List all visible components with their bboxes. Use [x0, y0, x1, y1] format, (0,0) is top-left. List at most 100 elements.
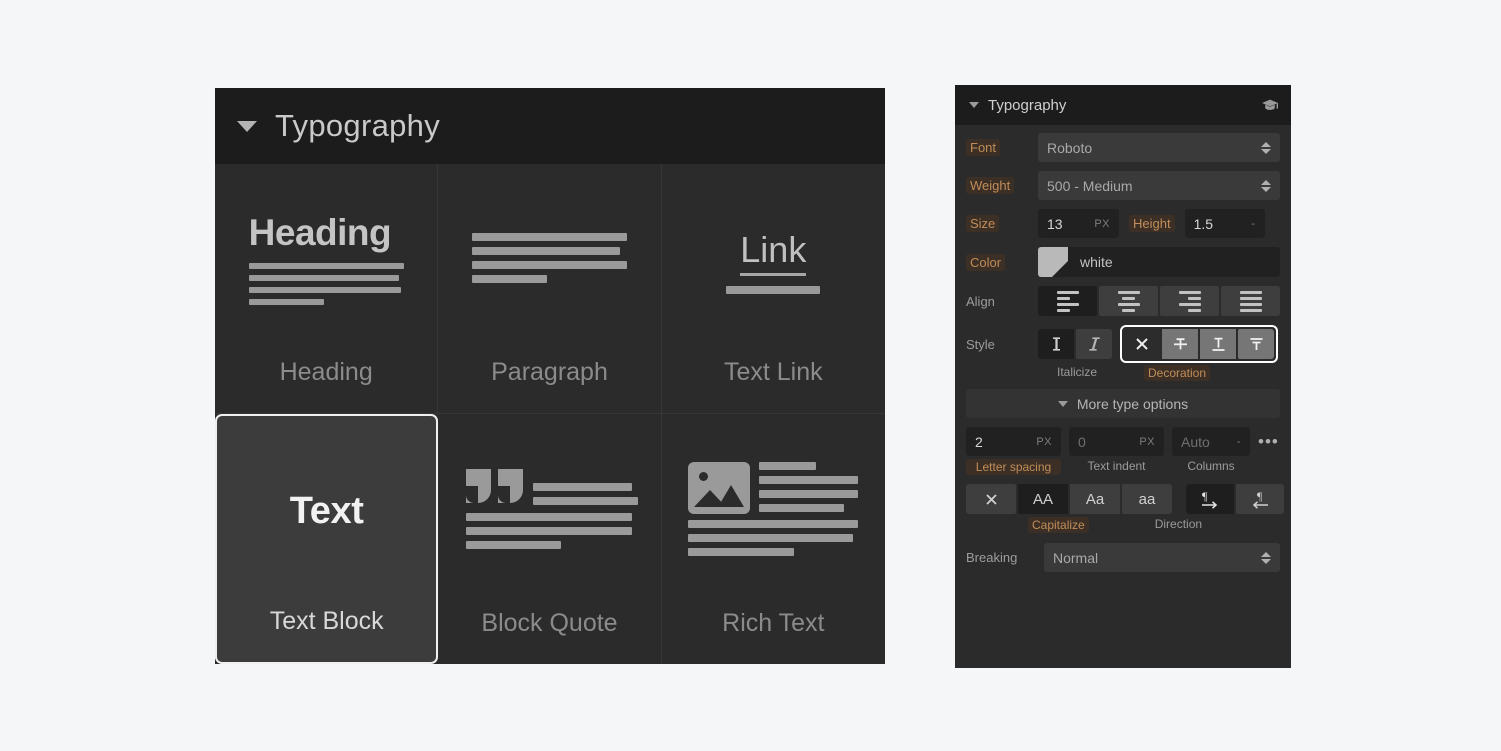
italicize-sublabel: Italicize	[1056, 365, 1097, 379]
paragraph-icon-line	[471, 233, 627, 241]
element-card-grid: Heading Heading Paragraph Link Text Link…	[215, 164, 885, 664]
upright-button[interactable]	[1038, 329, 1074, 359]
block-quote-icon	[438, 414, 660, 609]
rich-text-icon-line	[688, 519, 859, 528]
card-text-link[interactable]: Link Text Link	[661, 164, 885, 414]
paragraph-icon-line	[471, 247, 620, 255]
columns-input[interactable]: Auto -	[1172, 427, 1250, 456]
card-text-block[interactable]: Text Text Block	[215, 414, 439, 664]
size-label[interactable]: Size	[966, 215, 1000, 232]
italic-button[interactable]	[1076, 329, 1112, 359]
capitalize-direction-row: AA Aa aa ¶ ¶	[966, 484, 1284, 514]
more-type-options-button[interactable]: More type options	[966, 389, 1280, 418]
columns-value: Auto	[1181, 433, 1210, 450]
spacing-labels-row: Letter spacing Text indent Columns	[966, 459, 1280, 475]
direction-ltr-button[interactable]: ¶	[1186, 484, 1234, 514]
letter-spacing-input[interactable]: 2 PX	[966, 427, 1061, 456]
settings-panel-title: Typography	[988, 96, 1067, 114]
overline-button[interactable]	[1238, 329, 1274, 359]
rich-text-icon-line	[688, 547, 794, 556]
color-row: Color white	[966, 247, 1280, 277]
align-justify-button[interactable]	[1221, 286, 1280, 316]
capitalize-uppercase-button[interactable]: AA	[1018, 484, 1068, 514]
caret-down-icon	[1057, 400, 1068, 407]
paragraph-icon	[438, 164, 660, 358]
columns-label: Columns	[1187, 459, 1235, 473]
paragraph-icon-line	[471, 261, 627, 269]
ellipsis-icon[interactable]: •••	[1258, 433, 1279, 450]
direction-button-group: ¶ ¶	[1186, 484, 1284, 514]
weight-row: Weight 500 - Medium	[966, 171, 1280, 200]
capitalize-none-button[interactable]	[966, 484, 1016, 514]
caret-down-icon[interactable]	[237, 120, 257, 132]
size-unit[interactable]: PX	[1094, 218, 1110, 230]
direction-rtl-button[interactable]: ¶	[1236, 484, 1284, 514]
paragraph-icon-line	[471, 275, 547, 283]
card-rich-text[interactable]: Rich Text	[661, 414, 885, 664]
align-right-button[interactable]	[1160, 286, 1219, 316]
align-left-button[interactable]	[1038, 286, 1097, 316]
decoration-none-button[interactable]	[1124, 329, 1160, 359]
weight-label[interactable]: Weight	[966, 177, 1015, 194]
color-label[interactable]: Color	[966, 253, 1006, 271]
chevron-updown-icon[interactable]	[1261, 141, 1271, 154]
letter-spacing-unit[interactable]: PX	[1036, 436, 1052, 448]
weight-select[interactable]: 500 - Medium	[1038, 171, 1280, 200]
text-link-icon: Link	[662, 164, 885, 358]
text-indent-unit[interactable]: PX	[1139, 436, 1155, 448]
align-center-icon	[1117, 290, 1140, 312]
capitalize-direction-labels: Capitalize Direction	[966, 517, 1280, 533]
heading-icon-text: Heading	[248, 211, 392, 253]
line-height-input[interactable]: 1.5 -	[1184, 209, 1265, 238]
card-label: Block Quote	[481, 609, 618, 637]
breaking-value: Normal	[1053, 549, 1099, 566]
columns-unit[interactable]: -	[1237, 436, 1241, 448]
underline-button[interactable]	[1200, 329, 1236, 359]
strikethrough-button[interactable]	[1162, 329, 1198, 359]
card-heading[interactable]: Heading Heading	[215, 164, 439, 414]
capitalize-label[interactable]: Capitalize	[1028, 517, 1089, 533]
text-indent-input[interactable]: 0 PX	[1069, 427, 1164, 456]
caret-down-icon[interactable]	[969, 102, 979, 108]
card-label: Heading	[279, 358, 373, 386]
text-block-icon-text: Text	[289, 490, 364, 532]
size-value: 13	[1047, 215, 1063, 232]
align-row: Align	[966, 286, 1280, 316]
align-button-group	[1038, 286, 1280, 316]
quote-icon-line	[533, 496, 639, 505]
font-label[interactable]: Font	[966, 139, 1001, 156]
quote-icon-line	[533, 482, 633, 491]
graduation-cap-icon[interactable]	[1261, 98, 1279, 113]
heading-icon-line	[248, 262, 404, 269]
quote-icon-line	[466, 512, 633, 521]
decoration-button-group	[1120, 325, 1278, 363]
left-panel-header[interactable]: Typography	[215, 88, 885, 164]
font-select[interactable]: Roboto	[1038, 133, 1280, 162]
chevron-updown-icon[interactable]	[1261, 179, 1271, 192]
breaking-select[interactable]: Normal	[1044, 543, 1280, 572]
text-link-icon-text: Link	[740, 229, 807, 276]
card-block-quote[interactable]: Block Quote	[438, 414, 662, 664]
rich-text-icon-line	[759, 503, 845, 512]
card-paragraph[interactable]: Paragraph	[438, 164, 662, 414]
heading-icon-line	[248, 286, 401, 293]
size-input[interactable]: 13 PX	[1038, 209, 1119, 238]
capitalize-button-group: AA Aa aa	[966, 484, 1172, 514]
color-swatch[interactable]	[1038, 247, 1068, 277]
letter-spacing-label[interactable]: Letter spacing	[966, 459, 1061, 475]
chevron-updown-icon[interactable]	[1261, 551, 1271, 564]
align-left-icon	[1056, 290, 1079, 312]
decoration-sublabel[interactable]: Decoration	[1144, 365, 1211, 381]
align-label: Align	[966, 293, 995, 309]
settings-panel-header[interactable]: Typography	[955, 85, 1291, 125]
text-link-icon-underline	[726, 285, 821, 294]
color-field[interactable]: white	[1038, 247, 1280, 277]
capitalize-lowercase-button[interactable]: aa	[1122, 484, 1172, 514]
align-center-button[interactable]	[1099, 286, 1158, 316]
capitalize-titlecase-button[interactable]: Aa	[1070, 484, 1120, 514]
card-label: Rich Text	[722, 609, 825, 637]
line-height-unit[interactable]: -	[1251, 218, 1255, 230]
svg-text:¶: ¶	[1257, 489, 1263, 503]
style-label: Style	[966, 336, 995, 352]
line-height-label[interactable]: Height	[1129, 215, 1175, 232]
